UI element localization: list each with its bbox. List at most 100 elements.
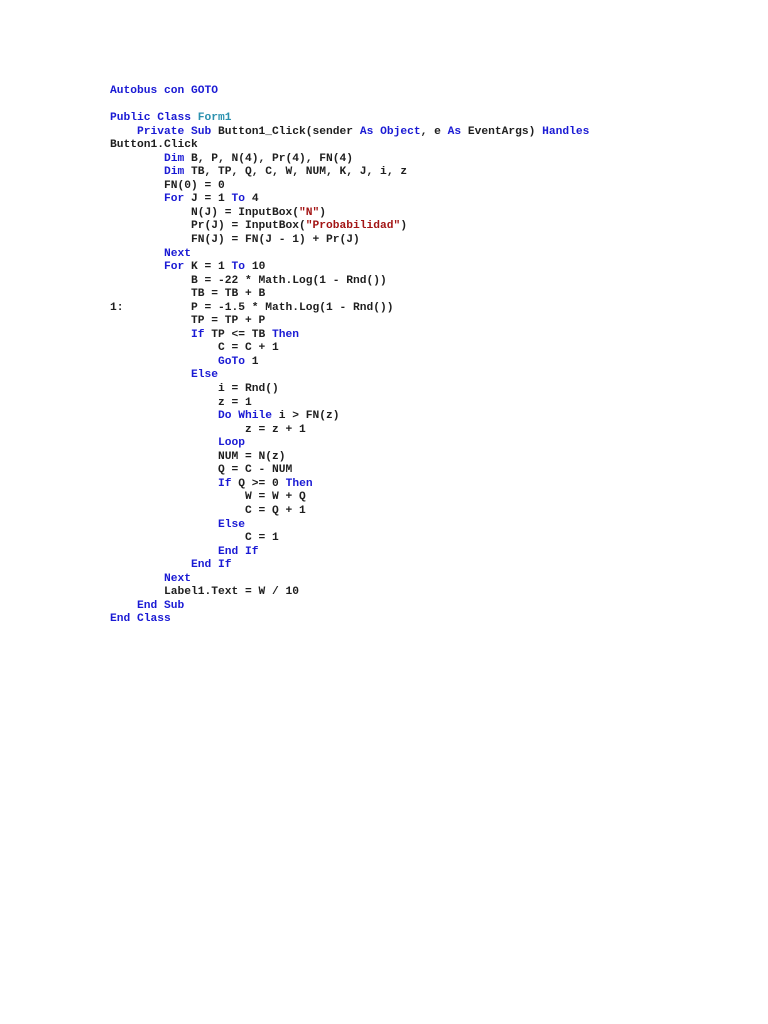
code-token: ) xyxy=(400,220,408,233)
code-token: B = -22 * Math.Log(1 - Rnd()) xyxy=(110,274,387,287)
keyword-token: Dim xyxy=(164,166,192,179)
code-token: FN(J) = FN(J - 1) + Pr(J) xyxy=(110,234,360,247)
code-line: B = -22 * Math.Log(1 - Rnd()) xyxy=(110,275,589,289)
code-line: TB = TB + B xyxy=(110,288,589,302)
keyword-token: As xyxy=(447,125,468,138)
keyword-token: Autobus con GOTO xyxy=(110,85,219,97)
code-line: C = 1 xyxy=(110,532,589,546)
code-line: FN(J) = FN(J - 1) + Pr(J) xyxy=(110,234,589,248)
code-line: Else xyxy=(110,519,589,533)
code-line: End If xyxy=(110,546,589,560)
keyword-token: Private Sub xyxy=(137,125,219,138)
keyword-token: If xyxy=(191,328,212,341)
code-token: NUM = N(z) xyxy=(110,450,286,463)
code-line: N(J) = InputBox("N") xyxy=(110,207,589,221)
code-line: z = z + 1 xyxy=(110,424,589,438)
code-line: Else xyxy=(110,369,589,383)
keyword-token: End If xyxy=(191,559,232,572)
code-line: End If xyxy=(110,559,589,573)
keyword-token: Else xyxy=(218,518,246,531)
code-token: TB = TB + B xyxy=(110,288,266,301)
keyword-token: To xyxy=(231,261,252,274)
keyword-token: Next xyxy=(164,247,192,260)
keyword-token: Loop xyxy=(218,437,246,450)
code-token: 1: P = -1.5 * Math.Log(1 - Rnd()) xyxy=(110,301,394,314)
code-token: , e xyxy=(420,125,448,138)
keyword-token: Then xyxy=(272,328,300,341)
code-token: z = z + 1 xyxy=(110,423,306,436)
keyword-token: Then xyxy=(285,477,313,490)
code-line: Label1.Text = W / 10 xyxy=(110,586,589,600)
code-line: Dim B, P, N(4), Pr(4), FN(4) xyxy=(110,153,589,167)
code-token: C = C + 1 xyxy=(110,342,279,355)
keyword-token: For xyxy=(164,261,192,274)
code-token: J = 1 xyxy=(191,193,232,206)
code-line: Do While i > FN(z) xyxy=(110,410,589,424)
code-token: C = 1 xyxy=(110,532,279,545)
keyword-token: Public Class xyxy=(110,112,198,125)
code-token: Button1.Click xyxy=(110,139,198,152)
keyword-token: Do While xyxy=(218,410,279,423)
code-line: W = W + Q xyxy=(110,491,589,505)
code-token: Q = C - NUM xyxy=(110,464,293,477)
code-token: i > FN(z) xyxy=(278,410,340,423)
code-token: z = 1 xyxy=(110,396,252,409)
code-token: Button1_Click(sender xyxy=(218,125,360,138)
keyword-token: For xyxy=(164,193,192,206)
keyword-token: GoTo xyxy=(218,355,252,368)
code-token: TP = TP + P xyxy=(110,315,266,328)
code-token: ) xyxy=(319,206,327,219)
code-line: Next xyxy=(110,573,589,587)
code-line: Q = C - NUM xyxy=(110,464,589,478)
keyword-token: Next xyxy=(164,572,192,585)
keyword-token: To xyxy=(231,193,252,206)
code-line: C = C + 1 xyxy=(110,342,589,356)
code-token: TP <= TB xyxy=(211,328,273,341)
code-line: NUM = N(z) xyxy=(110,451,589,465)
code-line: Private Sub Button1_Click(sender As Obje… xyxy=(110,126,589,140)
code-line: End Class xyxy=(110,613,589,627)
code-line: GoTo 1 xyxy=(110,356,589,370)
code-token: Pr(J) = InputBox( xyxy=(110,220,306,233)
code-token: 1 xyxy=(251,355,259,368)
code-line: For J = 1 To 4 xyxy=(110,193,589,207)
code-token: C = Q + 1 xyxy=(110,504,306,517)
keyword-token: As Object xyxy=(359,125,421,138)
code-line: TP = TP + P xyxy=(110,315,589,329)
type-token: Form1 xyxy=(197,112,232,125)
code-line: End Sub xyxy=(110,600,589,614)
document-title: Autobus con GOTO xyxy=(110,85,589,99)
code-token: FN(0) = 0 xyxy=(110,179,225,192)
code-line: Loop xyxy=(110,437,589,451)
code-line: If Q >= 0 Then xyxy=(110,478,589,492)
keyword-token: Handles xyxy=(542,125,590,138)
code-listing: Autobus con GOTO Public Class Form1 Priva… xyxy=(110,85,589,627)
string-token: "N" xyxy=(299,206,320,219)
code-line: i = Rnd() xyxy=(110,383,589,397)
code-line: Next xyxy=(110,248,589,262)
code-line: If TP <= TB Then xyxy=(110,329,589,343)
keyword-token: If xyxy=(218,477,239,490)
code-token: W = W + Q xyxy=(110,491,306,504)
code-token: K = 1 xyxy=(191,261,232,274)
code-line: z = 1 xyxy=(110,397,589,411)
keyword-token: End Sub xyxy=(137,599,185,612)
code-token: 4 xyxy=(251,193,259,206)
keyword-token: End If xyxy=(218,545,259,558)
code-line: For K = 1 To 10 xyxy=(110,261,589,275)
